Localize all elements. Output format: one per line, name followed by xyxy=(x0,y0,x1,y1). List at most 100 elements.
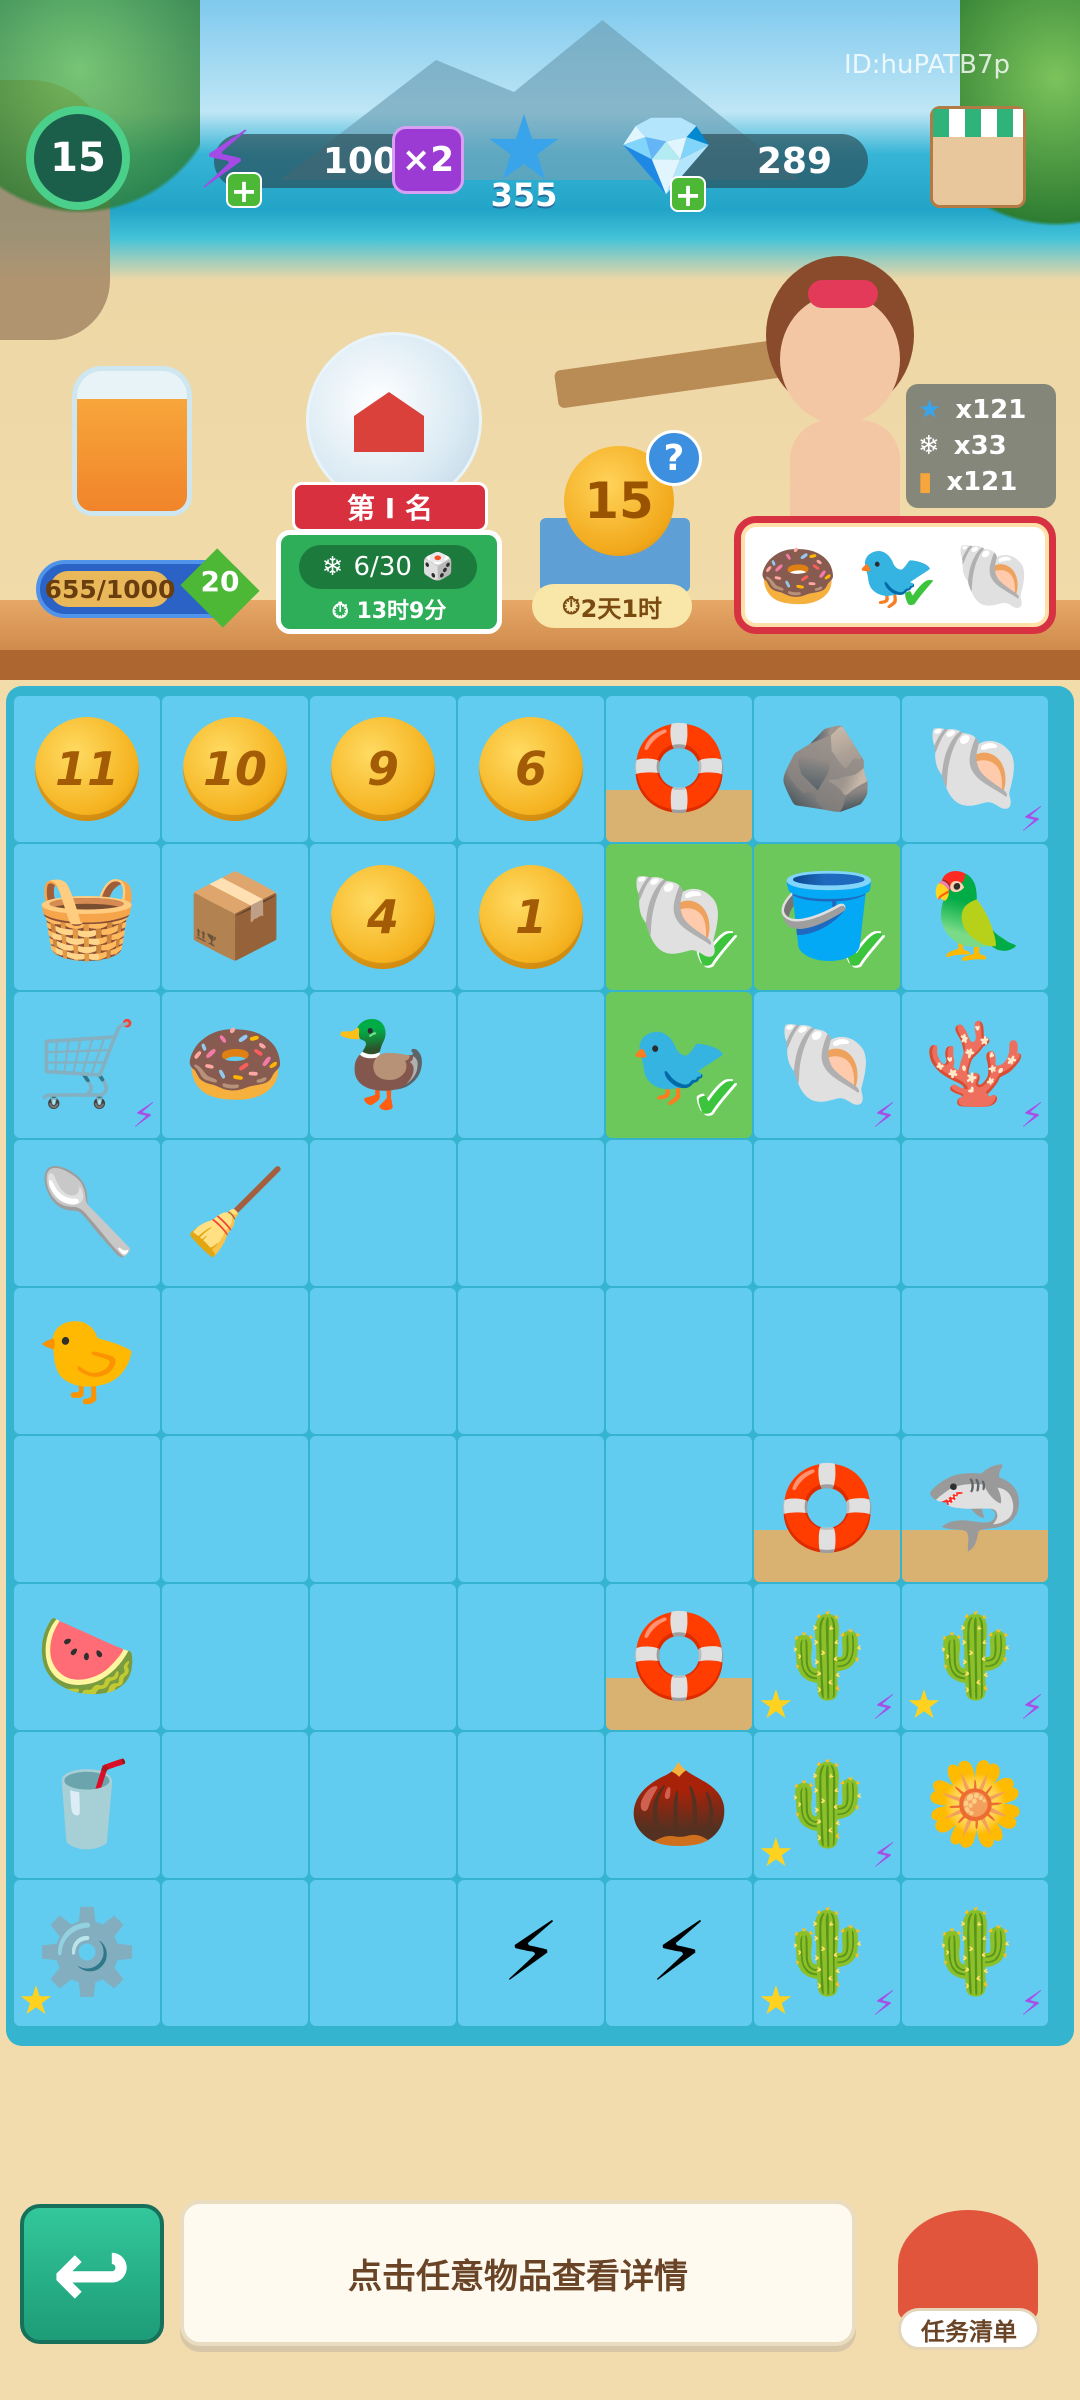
shell-icon: 🐚 xyxy=(954,539,1034,614)
board-cell[interactable]: 🌵 ⚡ ★ xyxy=(754,1584,900,1730)
mailbox-icon[interactable] xyxy=(898,2210,1038,2320)
board-cell[interactable]: 11 xyxy=(14,696,160,842)
board-cell[interactable] xyxy=(458,1436,604,1582)
event-panel[interactable]: ❄ 6/30 🎲 ⏱ 13时9分 xyxy=(276,530,502,634)
board-cell[interactable] xyxy=(14,1436,160,1582)
board-cell[interactable]: 🌼 xyxy=(902,1732,1048,1878)
juice-jar-icon[interactable] xyxy=(72,366,192,516)
board-cell[interactable] xyxy=(902,1140,1048,1286)
coin-event-value: 15 xyxy=(584,472,654,530)
seagull-icon: 🐦 xyxy=(627,1017,731,1112)
board-cell[interactable]: 6 xyxy=(458,696,604,842)
add-energy-button[interactable]: + xyxy=(226,172,262,208)
board-cell[interactable]: 🛟 xyxy=(754,1436,900,1582)
juice-glass-icon: 🥤 xyxy=(35,1757,139,1852)
board-cell[interactable]: 🐚 ✔ xyxy=(606,844,752,990)
board-cell[interactable] xyxy=(310,1140,456,1286)
hair-bow xyxy=(808,280,878,308)
board-cell[interactable]: 1 xyxy=(458,844,604,990)
board-cell[interactable] xyxy=(458,1584,604,1730)
board-cell[interactable] xyxy=(458,1140,604,1286)
multiplier-button[interactable]: ×2 xyxy=(392,126,464,194)
board-cell[interactable]: 🍉 xyxy=(14,1584,160,1730)
board-cell[interactable]: 🪨 xyxy=(754,696,900,842)
shop-button[interactable] xyxy=(930,106,1026,208)
rocks-icon: 🪨 xyxy=(775,721,879,816)
board-cell[interactable]: 🛟 xyxy=(606,1584,752,1730)
back-button[interactable]: ↩ xyxy=(20,2204,164,2344)
board-cell[interactable] xyxy=(606,1436,752,1582)
board-cell[interactable]: 🐤 xyxy=(14,1288,160,1434)
coral-shell-icon: 🪸 xyxy=(923,1017,1027,1112)
board-cell[interactable]: 🦜 xyxy=(902,844,1048,990)
board-cell[interactable] xyxy=(310,1436,456,1582)
board-cell[interactable] xyxy=(162,1584,308,1730)
board-cell[interactable] xyxy=(310,1584,456,1730)
board-cell[interactable]: 🐦 ✔ xyxy=(606,992,752,1138)
board-cell[interactable]: 🌵 ⚡ xyxy=(902,1880,1048,2026)
order-rewards: ★ x121 ❄ x33 ▮ x121 xyxy=(906,384,1056,508)
coin-item: 11 xyxy=(35,717,139,821)
board-cell[interactable]: 🍩 xyxy=(162,992,308,1138)
coin-item: 1 xyxy=(479,865,583,969)
board-cell[interactable] xyxy=(754,1140,900,1286)
back-arrow-icon: ↩ xyxy=(51,2218,133,2330)
reward-jar: ▮ x121 xyxy=(918,464,1017,500)
player-id: ID:huPATB7p xyxy=(844,50,1010,80)
task-list-button[interactable]: 任务清单 xyxy=(898,2308,1040,2350)
board-cell[interactable] xyxy=(458,1732,604,1878)
board-cell[interactable] xyxy=(754,1288,900,1434)
green-energy-icon: ⚡ xyxy=(502,1905,560,2000)
board-cell[interactable]: ⚡ xyxy=(458,1880,604,2026)
board-cell[interactable] xyxy=(162,1732,308,1878)
board-cell[interactable]: 🛒 ⚡ xyxy=(14,992,160,1138)
board-cell[interactable]: 🧹 xyxy=(162,1140,308,1286)
board-cell[interactable]: 🌵 ⚡ ★ xyxy=(754,1732,900,1878)
board-cell[interactable] xyxy=(606,1140,752,1286)
board-cell[interactable] xyxy=(162,1436,308,1582)
board-cell[interactable] xyxy=(458,992,604,1138)
board-cell[interactable]: 10 xyxy=(162,696,308,842)
board-cell[interactable]: 🪣 ✔ xyxy=(754,844,900,990)
coin-event-timer: ⏱ 2天1时 xyxy=(532,584,692,628)
blue-shovel-icon: 🥄 xyxy=(35,1165,139,1260)
board-cell[interactable]: 🐚 ⚡ xyxy=(754,992,900,1138)
add-gem-button[interactable]: + xyxy=(670,176,706,212)
hint-bar: 点击任意物品查看详情 xyxy=(180,2200,856,2346)
board-cell[interactable]: 🪸 ⚡ xyxy=(902,992,1048,1138)
board-cell[interactable]: 📦 xyxy=(162,844,308,990)
board-cell[interactable]: 9 xyxy=(310,696,456,842)
board-cell[interactable]: 🌰 xyxy=(606,1732,752,1878)
board-cell[interactable]: ⚡ xyxy=(606,1880,752,2026)
board-cell[interactable] xyxy=(162,1288,308,1434)
board-cell[interactable] xyxy=(310,1288,456,1434)
reward-star: ★ x121 xyxy=(918,392,1026,428)
board-cell[interactable]: 🥤 xyxy=(14,1732,160,1878)
board-cell[interactable] xyxy=(310,1732,456,1878)
board-cell[interactable]: 🌵 ⚡ ★ xyxy=(754,1880,900,2026)
board-cell[interactable] xyxy=(162,1880,308,2026)
surf-cart-icon: 🛒 xyxy=(35,1017,139,1112)
board-cell[interactable] xyxy=(606,1288,752,1434)
level-badge[interactable]: 15 xyxy=(26,106,130,210)
check-icon: ✔ xyxy=(899,566,939,620)
board-cell[interactable] xyxy=(902,1288,1048,1434)
board-cell[interactable]: 🦈 xyxy=(902,1436,1048,1582)
board-cell[interactable]: 4 xyxy=(310,844,456,990)
event-timer: ⏱ 13时9分 xyxy=(331,599,447,624)
customer-character[interactable] xyxy=(760,280,920,520)
juicer-icon: ⚙️ xyxy=(35,1905,139,2000)
board-cell[interactable] xyxy=(458,1288,604,1434)
parrot-icon: 🦜 xyxy=(923,869,1027,964)
board-grid: 11 10 9 6 🛟 🪨 🐚 ⚡ 🧺 📦 4 1 🐚 ✔ 🪣 ✔ 🦜 🛒 ⚡ 🍩 🦆 🐦 ✔ 🐚 ⚡ 🪸 ⚡ 🥄 🧹 🐤 🛟 🦈 🍉 🛟 🌵 ⚡ ★ 🌵… xyxy=(14,696,1048,2026)
board-cell[interactable]: 🌵 ⚡ ★ xyxy=(902,1584,1048,1730)
board-cell[interactable]: 🧺 xyxy=(14,844,160,990)
order-panel[interactable]: 🍩 🐦 ✔ 🐚 xyxy=(734,516,1056,634)
board-cell[interactable]: ⚙️ ★ xyxy=(14,1880,160,2026)
board-cell[interactable]: 🥄 xyxy=(14,1140,160,1286)
board-cell[interactable]: 🐚 ⚡ xyxy=(902,696,1048,842)
board-cell[interactable] xyxy=(310,1880,456,2026)
board-cell[interactable]: 🦆 xyxy=(310,992,456,1138)
board-cell[interactable]: 🛟 xyxy=(606,696,752,842)
help-button[interactable]: ? xyxy=(646,430,702,486)
